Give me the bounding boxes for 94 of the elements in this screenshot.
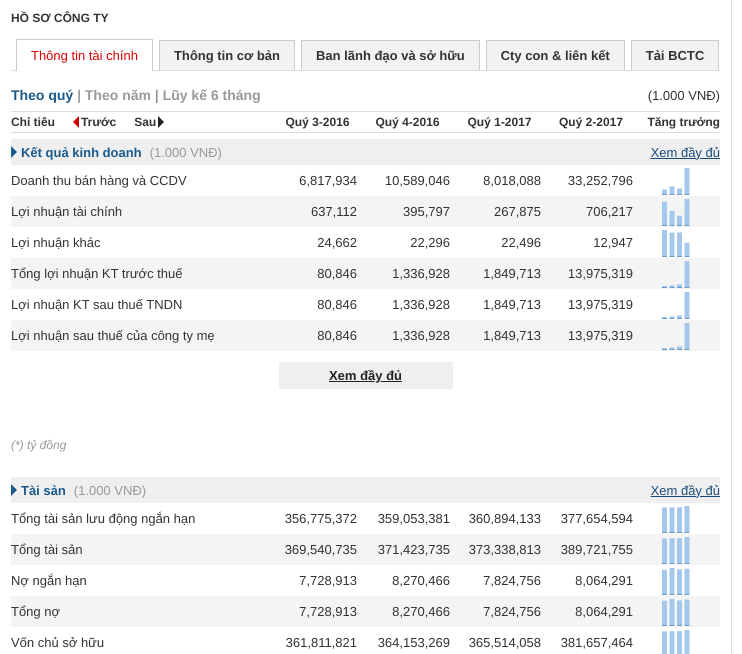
table-cell-text: 361,811,821 [284, 635, 357, 650]
table-cell-text: 7,728,913 [298, 573, 357, 588]
table-cell-text: 360,894,133 [468, 511, 541, 526]
table-cell-text: 1,336,928 [391, 297, 450, 312]
row-label: Nợ ngắn hạn [11, 573, 88, 588]
column-header: Quý 3-2016 [284, 115, 351, 129]
table-cell-text: 7,728,913 [298, 604, 357, 619]
table-cell-text: 1,849,713 [482, 266, 541, 281]
table-cell-text: 13,975,319 [566, 266, 633, 281]
table-cell-text: 80,846 [316, 297, 357, 312]
table-cell-text: 6,817,934 [298, 173, 357, 188]
table-cell-text: 7,824,756 [482, 573, 541, 588]
sparkline-drawing [662, 536, 691, 564]
table-cell-text: 22,296 [409, 235, 450, 250]
view-full-button[interactable]: Xem đầy đủ [278, 362, 452, 389]
table-cell-text: 7,824,756 [482, 604, 541, 619]
table-cell-text: 395,797 [402, 204, 450, 219]
sparkline-drawing [662, 260, 691, 288]
table-cell-text: 359,053,381 [376, 511, 450, 526]
table-cell-text: 1,336,928 [391, 266, 450, 281]
table-cell-text: 706,217 [585, 204, 633, 219]
sparkline-drawing [662, 322, 691, 350]
view-full-link[interactable]: Xem đầy đủ [650, 482, 720, 498]
sparkline-drawing [662, 290, 691, 318]
table-cell-text: 8,064,291 [574, 604, 633, 619]
row-label: Tổng tài sản lưu động ngắn hạn [11, 511, 196, 526]
table-cell-text: 8,270,466 [391, 573, 450, 588]
table-cell-text: 8,064,291 [574, 573, 633, 588]
expand-icon[interactable] [11, 484, 17, 496]
section-title: Kết quả kinh doanh [21, 144, 142, 160]
table-cell-text: 12,947 [592, 235, 633, 250]
table-cell-text: 80,846 [316, 328, 357, 343]
sparkline-drawing [662, 598, 691, 626]
column-header: Quý 2-2017 [558, 115, 624, 129]
row-label: Lợi nhuận sau thuế của công ty mẹ [11, 328, 216, 343]
table-cell-text: 369,540,735 [284, 542, 357, 557]
table-cell-text: 365,514,058 [468, 635, 541, 650]
table-cell-text: 8,018,088 [482, 173, 541, 188]
table-cell-text: 1,336,928 [391, 328, 450, 343]
column-header: Tăng trưởng [646, 115, 720, 129]
table-cell-text: 381,657,464 [560, 635, 633, 650]
table-cell-text: 8,270,466 [391, 604, 450, 619]
view-full-link[interactable]: Xem đầy đủ [650, 144, 720, 160]
unit-label: (1.000 VNĐ) [648, 88, 720, 102]
row-label: Tổng nợ [11, 604, 61, 619]
table-cell-text: 80,846 [316, 266, 357, 281]
tab[interactable]: Ban lãnh đạo và sở hữu [300, 40, 480, 70]
period-link[interactable]: Theo quý [11, 87, 74, 103]
footnote: (*) tỷ đồng [11, 438, 68, 454]
sparkline-drawing [662, 228, 691, 256]
tab[interactable]: Tải BCTC [630, 40, 720, 70]
row-label: Vốn chủ sở hữu [11, 635, 106, 650]
sparkline-drawing [662, 166, 691, 194]
table-cell-text: 364,153,269 [376, 635, 450, 650]
separator: | [155, 87, 159, 103]
table-cell-text: 33,252,796 [566, 173, 633, 188]
table-cell-text: 373,338,813 [468, 542, 541, 557]
row-label: Tổng lợi nhuận KT trước thuế [11, 266, 184, 281]
table-cell-text: 13,975,319 [566, 328, 633, 343]
unit-label: (1.000 VNĐ) [150, 144, 222, 160]
tab[interactable]: Thông tin tài chính [16, 39, 153, 71]
sparkline-drawing [662, 504, 691, 532]
table-cell-text: 24,662 [316, 235, 357, 250]
table-cell-text: 371,423,735 [376, 542, 450, 557]
row-label: Lợi nhuận KT sau thuế TNDN [11, 297, 184, 312]
tab[interactable]: Thông tin cơ bản [158, 40, 295, 70]
section-title: Tài sản [21, 482, 66, 498]
table-cell-text: 389,721,755 [560, 542, 633, 557]
sparkline-drawing [662, 198, 691, 226]
tab[interactable]: Cty con & liên kết [486, 40, 625, 70]
row-label: Doanh thu bán hàng và CCDV [11, 173, 188, 188]
row-label: Tổng tài sản [11, 542, 84, 557]
table-cell-text: 267,875 [493, 204, 541, 219]
table-cell-text: 1,849,713 [482, 328, 541, 343]
column-header: Quý 1-2017 [466, 115, 533, 129]
table-cell-text: 22,496 [500, 235, 541, 250]
previous-button[interactable]: Trước [73, 115, 116, 129]
table-cell-text: 1,849,713 [482, 297, 541, 312]
row-label: Lợi nhuận tài chính [11, 204, 124, 219]
sparkline-drawing [662, 566, 691, 594]
column-header: Quý 4-2016 [374, 115, 441, 129]
next-button[interactable]: Sau [134, 115, 164, 129]
table-cell-text: 356,775,372 [284, 511, 357, 526]
sparkline-drawing [662, 628, 691, 654]
table-cell-text: 10,589,046 [384, 173, 450, 188]
column-header: Chỉ tiêu [11, 115, 55, 129]
page-title: HỒ SƠ CÔNG TY [11, 10, 110, 27]
row-label: Lợi nhuận khác [11, 235, 102, 250]
table-cell-text: 637,112 [310, 204, 357, 219]
expand-icon[interactable] [11, 146, 17, 158]
table-cell-text: 377,654,594 [560, 511, 633, 526]
table-cell-text: 13,975,319 [566, 297, 633, 312]
separator: | [77, 87, 81, 103]
unit-label: (1.000 VNĐ) [74, 482, 146, 498]
